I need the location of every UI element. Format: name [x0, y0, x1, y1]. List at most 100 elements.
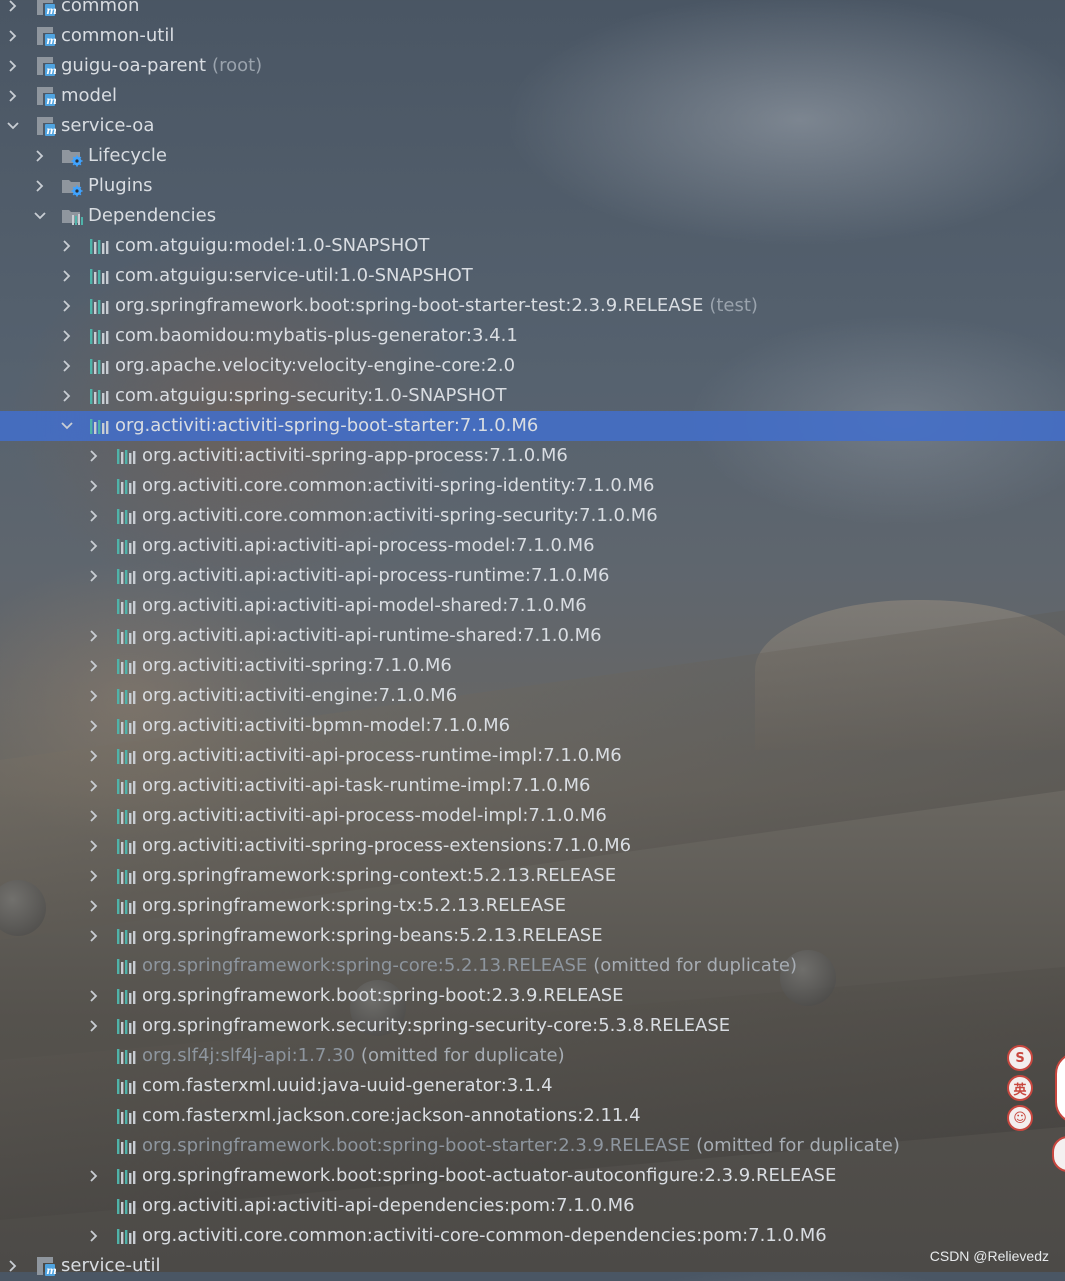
- chevron-right-icon[interactable]: [86, 471, 102, 501]
- tree-row-text: com.baomidou:mybatis-plus-generator:3.4.…: [115, 325, 518, 346]
- chevron-down-icon[interactable]: [59, 411, 75, 441]
- library-icon: [115, 1041, 139, 1071]
- chevron-right-icon[interactable]: [86, 561, 102, 591]
- tree-row[interactable]: org.activiti.core.common:activiti-spring…: [0, 501, 1065, 531]
- chevron-right-icon[interactable]: [59, 231, 75, 261]
- library-icon: [88, 231, 112, 261]
- tree-row[interactable]: org.activiti.api:activiti-api-process-ru…: [0, 561, 1065, 591]
- chevron-right-icon[interactable]: [5, 51, 21, 81]
- chevron-right-icon[interactable]: [86, 531, 102, 561]
- chevron-right-icon[interactable]: [86, 441, 102, 471]
- tree-row[interactable]: org.apache.velocity:velocity-engine-core…: [0, 351, 1065, 381]
- tree-row-text: org.activiti:activiti-api-process-model-…: [142, 805, 607, 826]
- chevron-right-icon[interactable]: [86, 1221, 102, 1251]
- chevron-right-icon[interactable]: [86, 1011, 102, 1041]
- tree-row[interactable]: org.springframework.boot:spring-boot-sta…: [0, 1131, 1065, 1161]
- chevron-down-icon[interactable]: [32, 201, 48, 231]
- tree-row-suffix: (test): [709, 295, 758, 316]
- chevron-right-icon[interactable]: [86, 741, 102, 771]
- tree-row[interactable]: org.springframework:spring-core:5.2.13.R…: [0, 951, 1065, 981]
- tree-row-suffix: (root): [212, 55, 263, 76]
- tree-row[interactable]: m model: [0, 81, 1065, 111]
- tree-row[interactable]: Lifecycle: [0, 141, 1065, 171]
- chevron-right-icon[interactable]: [86, 621, 102, 651]
- tree-row[interactable]: com.fasterxml.jackson.core:jackson-annot…: [0, 1101, 1065, 1131]
- tree-row[interactable]: org.activiti:activiti-spring-boot-starte…: [0, 411, 1065, 441]
- chevron-right-icon[interactable]: [86, 681, 102, 711]
- chevron-right-icon[interactable]: [59, 261, 75, 291]
- tree-row-label: org.activiti:activiti-engine:7.1.0.M6: [142, 681, 457, 711]
- chevron-right-icon[interactable]: [5, 0, 21, 21]
- chevron-right-icon[interactable]: [86, 711, 102, 741]
- chevron-right-icon[interactable]: [32, 141, 48, 171]
- chevron-right-icon[interactable]: [86, 651, 102, 681]
- chevron-right-icon[interactable]: [59, 351, 75, 381]
- library-icon: [115, 1011, 139, 1041]
- tree-row-label: org.activiti.api:activiti-api-runtime-sh…: [142, 621, 602, 651]
- tree-row[interactable]: org.activiti.api:activiti-api-model-shar…: [0, 591, 1065, 621]
- tree-row[interactable]: org.activiti:activiti-spring:7.1.0.M6: [0, 651, 1065, 681]
- tree-row[interactable]: org.activiti:activiti-api-process-model-…: [0, 801, 1065, 831]
- chevron-right-icon[interactable]: [86, 501, 102, 531]
- tree-row[interactable]: org.springframework.security:spring-secu…: [0, 1011, 1065, 1041]
- tree-row-text: org.activiti:activiti-bpmn-model:7.1.0.M…: [142, 715, 511, 736]
- tree-row[interactable]: m service-oa: [0, 111, 1065, 141]
- tree-row[interactable]: org.springframework:spring-tx:5.2.13.REL…: [0, 891, 1065, 921]
- tree-row[interactable]: com.atguigu:spring-security:1.0-SNAPSHOT: [0, 381, 1065, 411]
- tree-row[interactable]: org.springframework:spring-beans:5.2.13.…: [0, 921, 1065, 951]
- tree-row-text: org.activiti.api:activiti-api-model-shar…: [142, 595, 587, 616]
- chevron-right-icon[interactable]: [86, 771, 102, 801]
- tree-row[interactable]: com.atguigu:model:1.0-SNAPSHOT: [0, 231, 1065, 261]
- sogou-ime-icon[interactable]: S: [1007, 1045, 1033, 1071]
- ime-skin-icon[interactable]: ☺: [1007, 1105, 1033, 1131]
- tree-row[interactable]: org.slf4j:slf4j-api:1.7.30 (omitted for d…: [0, 1041, 1065, 1071]
- tree-row[interactable]: org.activiti:activiti-api-task-runtime-i…: [0, 771, 1065, 801]
- chevron-right-icon[interactable]: [5, 81, 21, 111]
- tree-row[interactable]: Plugins: [0, 171, 1065, 201]
- tree-row[interactable]: org.activiti:activiti-spring-app-process…: [0, 441, 1065, 471]
- chevron-right-icon[interactable]: [86, 921, 102, 951]
- tree-row[interactable]: m service-util: [0, 1251, 1065, 1281]
- chevron-right-icon[interactable]: [59, 381, 75, 411]
- chevron-right-icon[interactable]: [86, 831, 102, 861]
- tree-row[interactable]: org.springframework:spring-context:5.2.1…: [0, 861, 1065, 891]
- chevron-right-icon[interactable]: [5, 1251, 21, 1281]
- library-icon: [88, 381, 112, 411]
- chevron-right-icon[interactable]: [32, 171, 48, 201]
- tree-row[interactable]: org.activiti:activiti-bpmn-model:7.1.0.M…: [0, 711, 1065, 741]
- chevron-right-icon[interactable]: [86, 981, 102, 1011]
- module-icon: m: [34, 81, 58, 111]
- tree-row[interactable]: org.activiti:activiti-spring-process-ext…: [0, 831, 1065, 861]
- tree-row-text: org.activiti:activiti-api-process-runtim…: [142, 745, 622, 766]
- chevron-right-icon[interactable]: [59, 291, 75, 321]
- chevron-right-icon[interactable]: [86, 801, 102, 831]
- tree-row[interactable]: org.activiti.core.common:activiti-spring…: [0, 471, 1065, 501]
- chevron-right-icon[interactable]: [59, 321, 75, 351]
- tree-row[interactable]: org.activiti:activiti-api-process-runtim…: [0, 741, 1065, 771]
- module-icon: m: [34, 0, 58, 21]
- tree-row[interactable]: org.activiti.api:activiti-api-runtime-sh…: [0, 621, 1065, 651]
- tree-row[interactable]: m guigu-oa-parent (root): [0, 51, 1065, 81]
- tree-row[interactable]: com.fasterxml.uuid:java-uuid-generator:3…: [0, 1071, 1065, 1101]
- tree-row[interactable]: com.baomidou:mybatis-plus-generator:3.4.…: [0, 321, 1065, 351]
- tree-row[interactable]: org.springframework.boot:spring-boot:2.3…: [0, 981, 1065, 1011]
- chevron-right-icon[interactable]: [86, 1161, 102, 1191]
- tree-row[interactable]: Dependencies: [0, 201, 1065, 231]
- tree-row[interactable]: org.springframework.boot:spring-boot-act…: [0, 1161, 1065, 1191]
- tree-row[interactable]: m common-util: [0, 21, 1065, 51]
- tree-row[interactable]: com.atguigu:service-util:1.0-SNAPSHOT: [0, 261, 1065, 291]
- tree-row[interactable]: m common: [0, 0, 1065, 21]
- tree-row[interactable]: org.springframework.boot:spring-boot-sta…: [0, 291, 1065, 321]
- chevron-down-icon[interactable]: [5, 111, 21, 141]
- ime-language-toggle[interactable]: 英: [1007, 1075, 1033, 1101]
- module-icon: m: [34, 51, 58, 81]
- chevron-right-icon[interactable]: [86, 861, 102, 891]
- chevron-right-icon[interactable]: [86, 891, 102, 921]
- tree-row[interactable]: org.activiti:activiti-engine:7.1.0.M6: [0, 681, 1065, 711]
- tree-row[interactable]: org.activiti.api:activiti-api-dependenci…: [0, 1191, 1065, 1221]
- tree-row[interactable]: org.activiti.api:activiti-api-process-mo…: [0, 531, 1065, 561]
- chevron-right-icon[interactable]: [5, 21, 21, 51]
- tree-row-label: com.atguigu:model:1.0-SNAPSHOT: [115, 231, 429, 261]
- tree-row-text: service-util: [61, 1255, 161, 1276]
- tree-row[interactable]: org.activiti.core.common:activiti-core-c…: [0, 1221, 1065, 1251]
